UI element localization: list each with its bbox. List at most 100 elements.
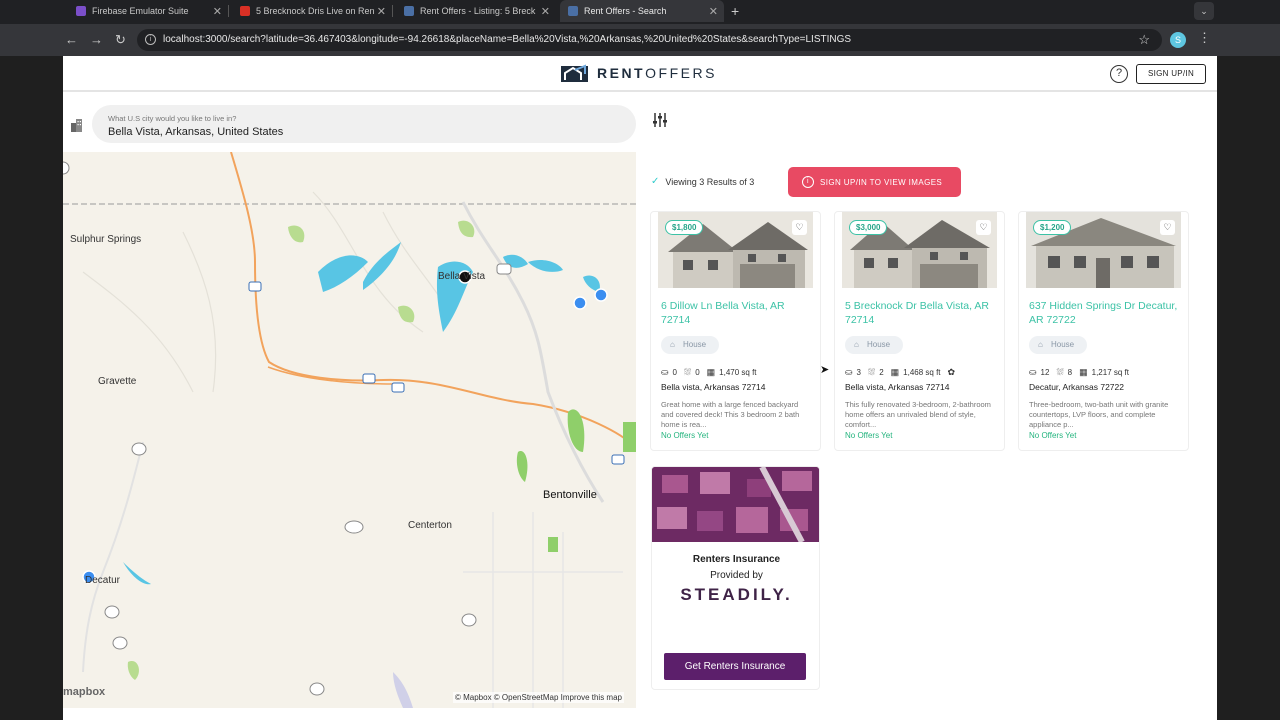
sqft-value: 1,217 sq ft (1091, 368, 1129, 377)
house-icon: ⌂ (854, 340, 859, 349)
signup-to-view-images-button[interactable]: i SIGN UP/IN TO VIEW IMAGES (788, 167, 961, 197)
beds-value: 12 (1040, 368, 1050, 377)
insurance-provided-by: Provided by (710, 570, 763, 581)
bed-icon: ⛀ (661, 367, 669, 377)
browser-tab[interactable]: Firebase Emulator Suite ✕ (68, 0, 229, 22)
map[interactable]: Sulphur Springs Bella Vista Gravette Ben… (63, 152, 636, 708)
brand-light: OFFERS (645, 65, 717, 81)
mouse-cursor-icon: ➤ (820, 364, 830, 376)
property-type-label: House (1051, 340, 1075, 349)
heart-icon[interactable]: ♡ (792, 220, 807, 235)
bookmark-star-icon[interactable]: ☆ (1138, 29, 1150, 51)
bed-icon: ⛀ (1029, 367, 1037, 377)
view-images-label: SIGN UP/IN TO VIEW IMAGES (820, 177, 943, 187)
beds-value: 0 (672, 368, 677, 377)
listing-address[interactable]: 6 Dillow Ln Bella Vista, AR 72714 (661, 299, 811, 327)
listing-city: Bella vista, Arkansas 72714 (661, 382, 766, 392)
house-sketch-image: $1,800 ♡ (658, 212, 813, 288)
extension-icon[interactable]: S (1170, 32, 1186, 48)
search-value: Bella Vista, Arkansas, United States (108, 126, 284, 138)
rentoffers-favicon-icon (568, 6, 578, 16)
listing-address[interactable]: 637 Hidden Springs Dr Decatur, AR 72722 (1029, 299, 1179, 327)
page: RENTOFFERS ? SIGN UP/IN What U.S city wo… (63, 56, 1217, 720)
insurance-title: Renters Insurance (692, 554, 781, 565)
tab-title: Rent Offers - Listing: 5 Breck (420, 6, 536, 16)
offers-status: No Offers Yet (661, 431, 709, 440)
signup-button[interactable]: SIGN UP/IN (1136, 64, 1206, 84)
listing-card[interactable]: $1,200 ♡ 637 Hidden Springs Dr Decatur, … (1018, 211, 1189, 451)
steadily-logo: STEADILY. (680, 585, 793, 604)
mapbox-logo[interactable]: mapbox (63, 686, 105, 698)
forward-icon[interactable]: → (90, 32, 103, 47)
tab-search-icon[interactable]: ⌄ (1194, 2, 1214, 20)
listing-address[interactable]: 5 Brecknock Dr Bella Vista, AR 72714 (845, 299, 995, 327)
area-icon: ▦ (890, 367, 900, 377)
gmail-favicon-icon (240, 6, 250, 16)
price-badge: $1,800 (665, 220, 704, 235)
map-attribution[interactable]: © Mapbox © OpenStreetMap Improve this ma… (453, 692, 624, 703)
listing-description: This fully renovated 3-bedroom, 2-bathro… (845, 400, 991, 429)
search-label: What U.S city would you like to live in? (108, 114, 237, 123)
browser-tab-active[interactable]: Rent Offers - Search ✕ (560, 0, 724, 22)
city-search-input[interactable]: What U.S city would you like to live in?… (92, 105, 636, 143)
offers-status: No Offers Yet (1029, 431, 1077, 440)
house-logo-icon (561, 64, 588, 82)
renters-insurance-card: Renters Insurance Provided by STEADILY. … (651, 466, 820, 690)
site-header: RENTOFFERS ? SIGN UP/IN (63, 56, 1217, 92)
browser-tab-bar: Firebase Emulator Suite ✕ 5 Brecknock Dr… (0, 0, 1280, 24)
map-label-centerton: Centerton (408, 520, 452, 531)
close-tab-icon[interactable]: ✕ (541, 5, 550, 18)
sqft-value: 1,468 sq ft (903, 368, 941, 377)
property-type-badge: ⌂ House (845, 336, 903, 354)
heart-icon[interactable]: ♡ (1160, 220, 1175, 235)
get-renters-insurance-button[interactable]: Get Renters Insurance (664, 653, 806, 680)
rentoffers-favicon-icon (404, 6, 414, 16)
neighborhood-aerial-image (652, 467, 819, 544)
new-tab-icon[interactable]: + (731, 3, 739, 19)
beds-value: 3 (856, 368, 861, 377)
close-tab-icon[interactable]: ✕ (213, 5, 222, 18)
pet-icon: ✿ (947, 367, 956, 377)
results-count-text: Viewing 3 Results of 3 (665, 176, 755, 187)
baths-value: 8 (1067, 368, 1073, 377)
browser-menu-icon[interactable]: ⋮ (1198, 30, 1211, 46)
back-icon[interactable]: ← (65, 32, 78, 47)
reload-icon[interactable]: ↻ (115, 32, 126, 48)
listing-card[interactable]: $1,800 ♡ 6 Dillow Ln Bella Vista, AR 727… (650, 211, 821, 451)
map-label-bentonville: Bentonville (543, 489, 597, 501)
listing-city: Decatur, Arkansas 72722 (1029, 382, 1124, 392)
map-canvas (63, 152, 636, 708)
baths-value: 2 (879, 368, 884, 377)
listing-card[interactable]: $3,000 ♡ 5 Brecknock Dr Bella Vista, AR … (834, 211, 1005, 451)
house-sketch-image: $1,200 ♡ (1026, 212, 1181, 288)
price-badge: $1,200 (1033, 220, 1072, 235)
city-icon (71, 119, 82, 132)
house-icon: ⌂ (1038, 340, 1043, 349)
price-badge: $3,000 (849, 220, 888, 235)
bath-icon: ⛆ (684, 367, 692, 377)
bath-icon: ⛆ (1056, 367, 1064, 377)
heart-icon[interactable]: ♡ (976, 220, 991, 235)
tab-title: Rent Offers - Search (584, 6, 667, 16)
close-tab-icon[interactable]: ✕ (709, 5, 718, 18)
firebase-favicon-icon (76, 6, 86, 16)
property-type-badge: ⌂ House (661, 336, 719, 354)
check-icon: ✓ (651, 176, 660, 187)
property-type-label: House (683, 340, 707, 349)
house-icon: ⌂ (670, 340, 675, 349)
bath-icon: ⛆ (868, 367, 876, 377)
close-tab-icon[interactable]: ✕ (377, 5, 386, 18)
browser-tab[interactable]: Rent Offers - Listing: 5 Breck ✕ (396, 0, 556, 22)
brand-bold: RENT (597, 65, 646, 81)
browser-toolbar: ← → ↻ i localhost:3000/search?latitude=3… (0, 24, 1280, 56)
map-label-decatur: Decatur (85, 575, 121, 586)
address-bar[interactable]: i localhost:3000/search?latitude=36.4674… (137, 29, 1162, 51)
filter-sliders-icon[interactable] (652, 112, 668, 128)
tab-title: 5 Brecknock Dris Live on Ren (256, 6, 375, 16)
help-icon[interactable]: ? (1110, 65, 1128, 83)
site-info-icon[interactable]: i (145, 34, 156, 45)
property-type-badge: ⌂ House (1029, 336, 1087, 354)
sqft-value: 1,470 sq ft (719, 368, 757, 377)
browser-tab[interactable]: 5 Brecknock Dris Live on Ren ✕ (232, 0, 393, 22)
rentoffers-logo[interactable]: RENTOFFERS (561, 64, 717, 82)
